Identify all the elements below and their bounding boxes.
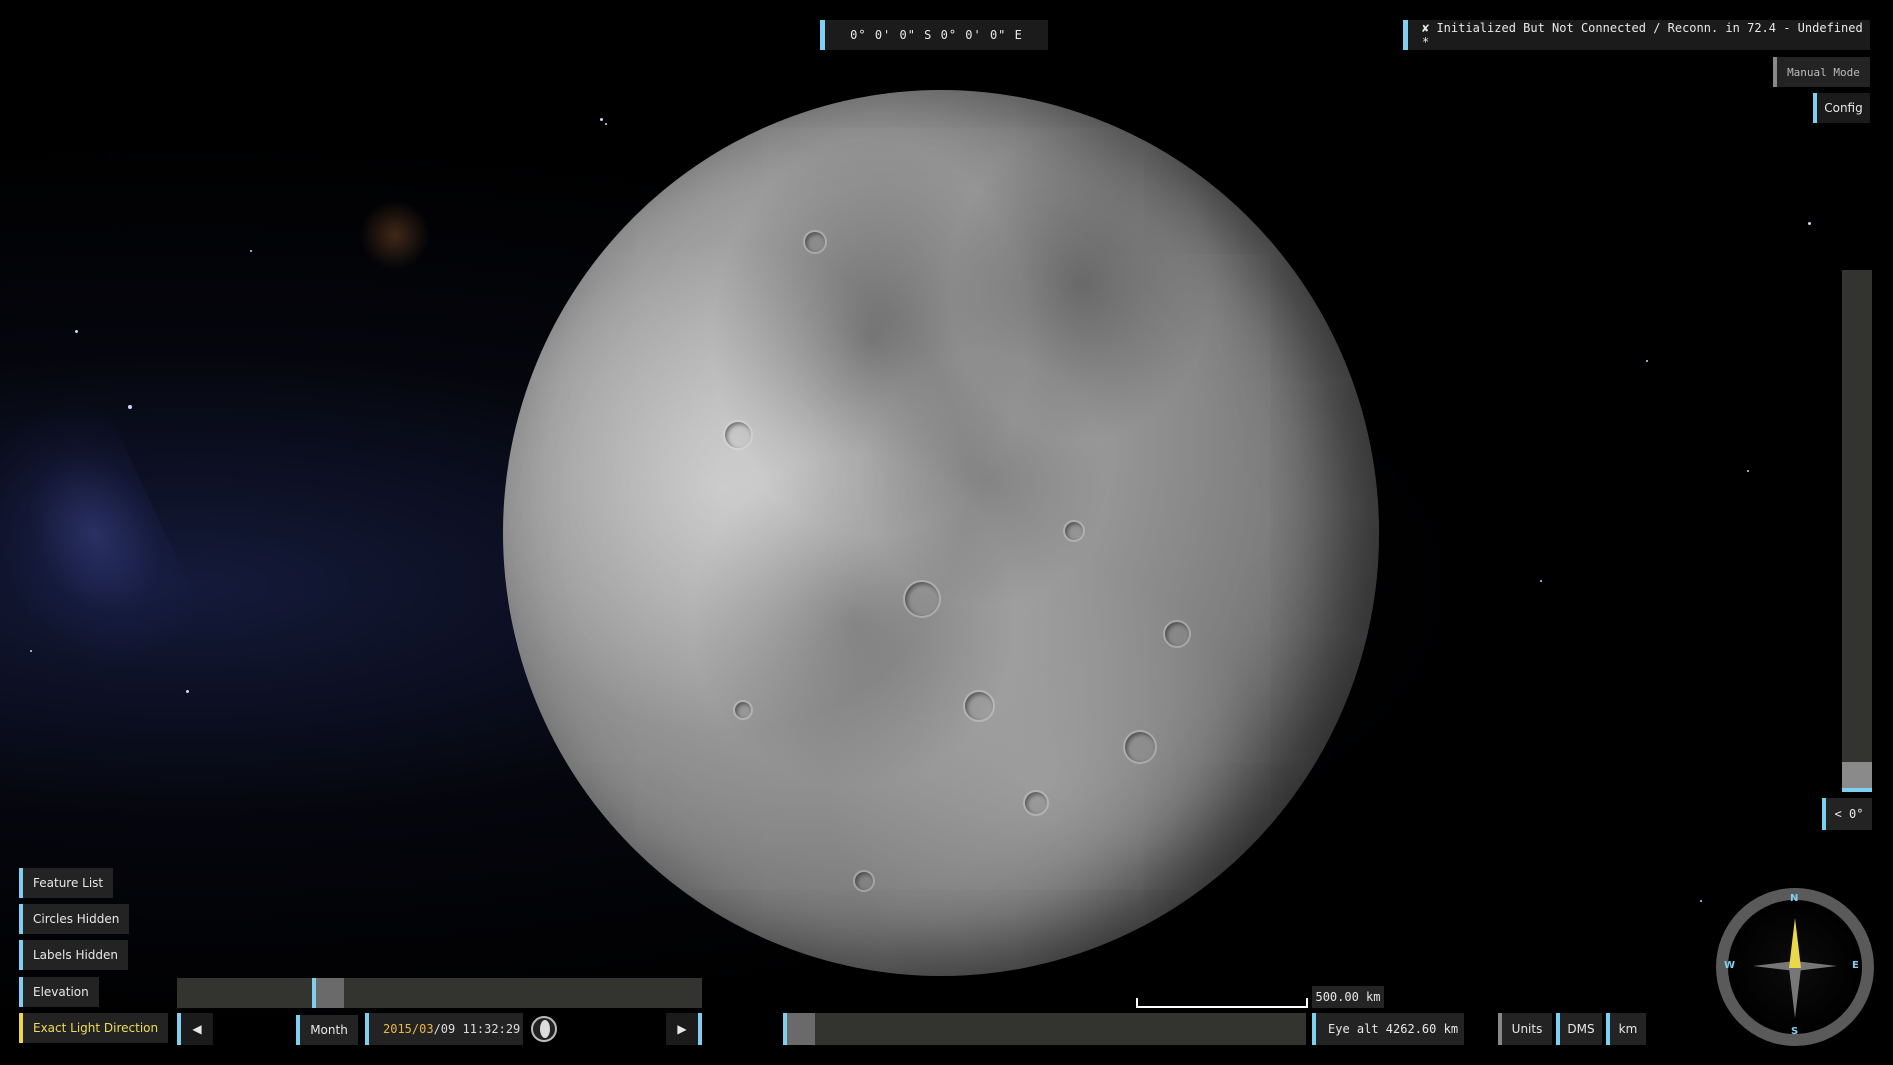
- scale-bar: [1136, 998, 1308, 1008]
- moon-globe[interactable]: [503, 90, 1379, 976]
- star: [128, 405, 132, 409]
- exact-light-direction-toggle[interactable]: Exact Light Direction: [19, 1013, 169, 1043]
- tilt-slider-handle[interactable]: [1842, 762, 1872, 792]
- compass-needle-south: [1789, 968, 1801, 1018]
- star: [1646, 360, 1648, 362]
- compass-needle-north: [1789, 918, 1801, 968]
- units-button[interactable]: Units: [1498, 1013, 1552, 1045]
- date-day-time: /09 11:32:29: [433, 1022, 521, 1036]
- time-next-button[interactable]: ▶: [666, 1013, 702, 1045]
- crater: [853, 870, 875, 892]
- crater: [1123, 730, 1157, 764]
- tilt-slider-track[interactable]: [1842, 270, 1872, 792]
- moon-viewer[interactable]: 0° 0' 0" S 0° 0' 0" E ✘ Initialized But …: [0, 0, 1893, 1065]
- crater: [1063, 520, 1085, 542]
- star-cluster-decoration: [360, 200, 430, 270]
- star: [30, 650, 32, 652]
- elevation-toggle[interactable]: Elevation: [19, 977, 99, 1007]
- config-button[interactable]: Config: [1813, 93, 1870, 123]
- crater: [963, 690, 995, 722]
- date-year-month: 2015/03: [383, 1022, 434, 1036]
- star: [75, 330, 78, 333]
- compass-w-label: W: [1724, 960, 1736, 971]
- crater: [803, 230, 827, 254]
- zoom-slider-handle[interactable]: [783, 1013, 815, 1045]
- crater: [1023, 790, 1049, 816]
- star: [1747, 470, 1749, 472]
- crater: [1163, 620, 1191, 648]
- crater: [903, 580, 941, 618]
- km-button[interactable]: km: [1606, 1013, 1646, 1045]
- connection-status: ✘ Initialized But Not Connected / Reconn…: [1403, 20, 1870, 50]
- compass-needle-east: [1795, 961, 1837, 971]
- compass-s-label: S: [1791, 1026, 1799, 1037]
- time-slider-track[interactable]: [177, 978, 702, 1008]
- star: [1700, 900, 1702, 902]
- zoom-slider-track[interactable]: [783, 1013, 1306, 1045]
- star: [1808, 222, 1811, 225]
- manual-mode-button[interactable]: Manual Mode: [1773, 57, 1870, 87]
- dms-button[interactable]: DMS: [1556, 1013, 1602, 1045]
- time-slider-handle[interactable]: [312, 978, 344, 1008]
- star: [600, 118, 603, 121]
- compass-e-label: E: [1852, 960, 1859, 971]
- eye-altitude-readout: Eye alt 4262.60 km: [1312, 1013, 1464, 1045]
- coordinates-readout: 0° 0' 0" S 0° 0' 0" E: [820, 20, 1048, 50]
- star: [1540, 580, 1542, 582]
- moon-phase-icon[interactable]: [531, 1016, 557, 1042]
- circles-hidden-toggle[interactable]: Circles Hidden: [19, 904, 130, 934]
- crater: [733, 700, 753, 720]
- labels-hidden-toggle[interactable]: Labels Hidden: [19, 940, 129, 970]
- time-prev-button[interactable]: ◀: [177, 1013, 213, 1045]
- nebula-decoration: [0, 388, 208, 692]
- feature-list-button[interactable]: Feature List: [19, 868, 114, 898]
- star: [250, 250, 252, 252]
- tilt-readout: < 0°: [1822, 798, 1872, 830]
- star: [605, 123, 607, 125]
- time-step-selector[interactable]: Month: [296, 1015, 358, 1045]
- datetime-field[interactable]: 2015/03/09 11:32:29: [365, 1013, 523, 1045]
- crater: [723, 420, 753, 450]
- compass-n-label: N: [1790, 893, 1799, 904]
- scale-label: 500.00 km: [1312, 986, 1384, 1008]
- star: [186, 690, 189, 693]
